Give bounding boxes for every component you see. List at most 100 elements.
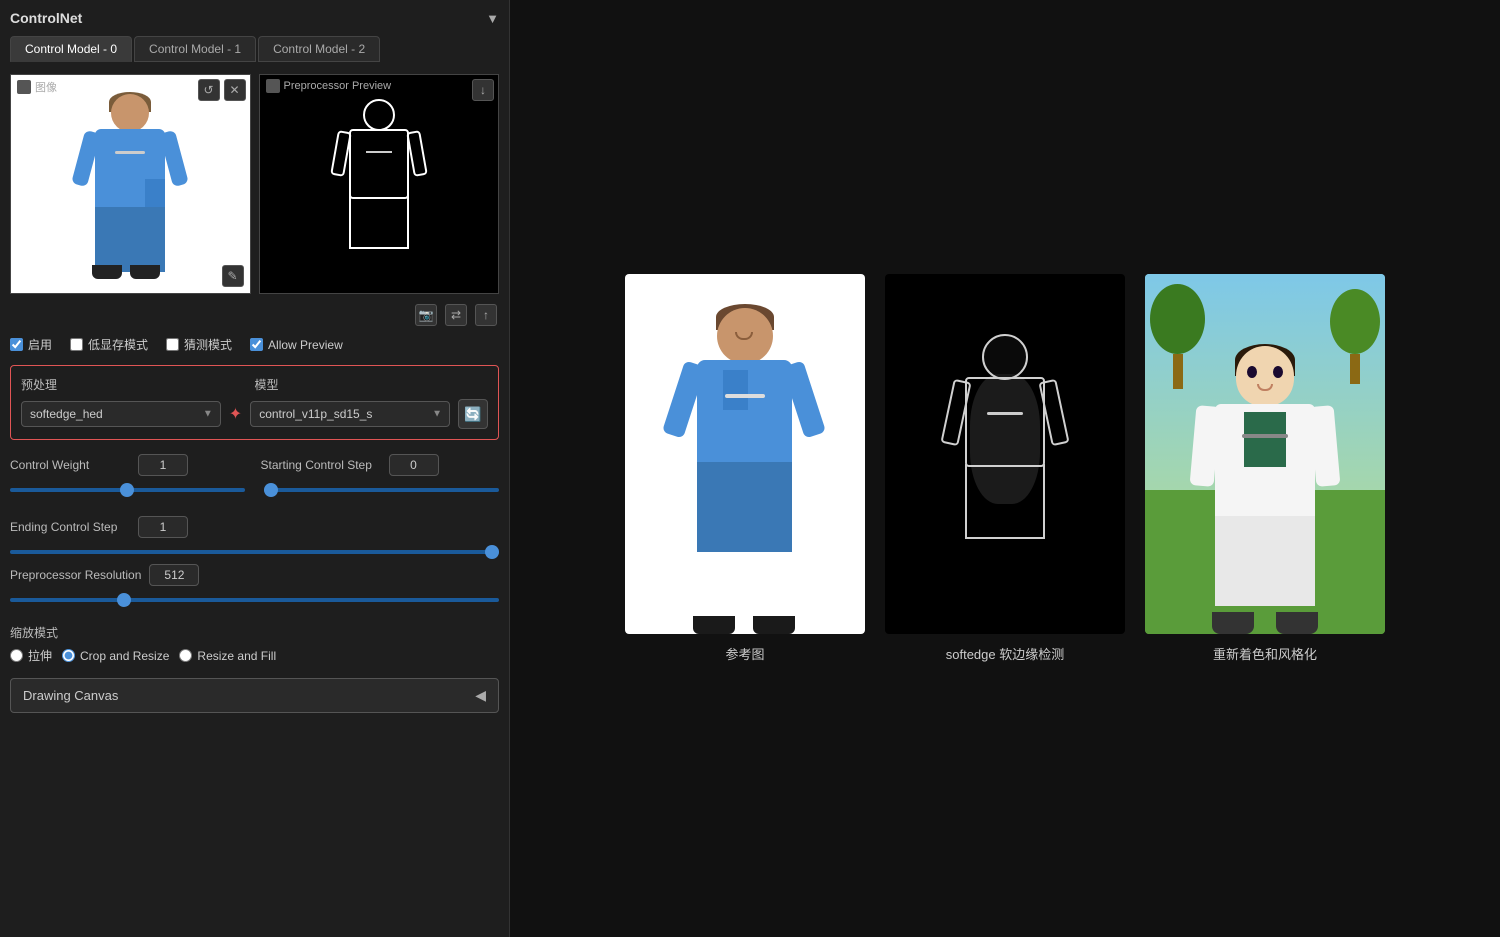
zoom-fill-option[interactable]: Resize and Fill (179, 649, 276, 663)
tab-control-model-1[interactable]: Control Model - 1 (134, 36, 256, 62)
ending-step-header: Ending Control Step 1 (10, 516, 499, 538)
zoom-stretch-radio[interactable] (10, 649, 23, 662)
result-item-styled: 重新着色和风格化 (1145, 274, 1385, 663)
draw-icon[interactable]: ✎ (222, 265, 244, 287)
right-images: 参考图 (625, 274, 1385, 663)
low-memory-label: 低显存模式 (88, 336, 148, 353)
guess-mode-checkbox[interactable]: 猜测模式 (166, 336, 232, 353)
ref-nurse-container (625, 274, 865, 634)
anime-steth (1242, 434, 1288, 438)
zoom-section: 缩放模式 拉伸 Crop and Resize Resize and Fill (10, 624, 499, 664)
tab-control-model-0[interactable]: Control Model - 0 (10, 36, 132, 62)
action-row: 📷 ⇄ ↑ (10, 304, 499, 326)
allow-preview-checkbox[interactable]: Allow Preview (250, 338, 343, 352)
result-item-ref: 参考图 (625, 274, 865, 663)
sketch-pants (349, 194, 409, 249)
enable-checkbox[interactable]: 启用 (10, 336, 52, 353)
guess-mode-label: 猜测模式 (184, 336, 232, 353)
low-memory-checkbox[interactable]: 低显存模式 (70, 336, 148, 353)
preview-image-content (260, 75, 499, 293)
zoom-fill-radio[interactable] (179, 649, 192, 662)
result-caption-softedge: softedge 软边缘检测 (946, 644, 1065, 663)
starting-step-slider[interactable] (264, 488, 499, 492)
preview-image-controls: ↓ (472, 79, 494, 101)
starting-step-value: 0 (389, 454, 439, 476)
swap-btn[interactable]: ⇄ (445, 304, 467, 326)
model-select[interactable]: control_v11p_sd15_s control_v11p_sd15_ca… (250, 401, 450, 427)
zoom-stretch-label: 拉伸 (28, 647, 52, 664)
result-image-softedge (885, 274, 1125, 634)
anime-shoe-l (1212, 612, 1254, 634)
reset-image-btn[interactable]: ↺ (198, 79, 220, 101)
close-image-btn[interactable]: ✕ (224, 79, 246, 101)
control-weight-header: Control Weight 1 (10, 454, 249, 476)
allow-preview-input[interactable] (250, 338, 263, 351)
upload-btn[interactable]: ↑ (475, 304, 497, 326)
anime-shirt (1244, 412, 1286, 467)
collapse-icon[interactable]: ▼ (486, 11, 499, 26)
sketch-body (349, 129, 409, 199)
anime-head (1236, 346, 1294, 406)
guess-mode-input[interactable] (166, 338, 179, 351)
preview-icon (266, 79, 280, 93)
control-weight-col: Control Weight 1 (10, 454, 249, 480)
preprocessor-select-wrapper: softedge_hed canny depth openpose none ▼ (21, 401, 221, 427)
controlnet-title: ControlNet (10, 10, 82, 26)
tab-control-model-2[interactable]: Control Model - 2 (258, 36, 380, 62)
zoom-mode-label: 缩放模式 (10, 624, 499, 641)
image-icon (17, 80, 31, 94)
zoom-crop-radio[interactable] (62, 649, 75, 662)
preview-image-box: Preprocessor Preview ↓ (259, 74, 500, 294)
drawing-canvas-arrow: ◀ (475, 687, 486, 704)
preprocess-res-label: Preprocessor Resolution (10, 568, 141, 582)
image-row: 图像 ↺ ✕ (10, 74, 499, 294)
preprocessor-label: 预处理 (21, 376, 255, 393)
softedge-img-content (885, 274, 1125, 634)
drawing-canvas-row[interactable]: Drawing Canvas ◀ (10, 678, 499, 713)
result-caption-styled: 重新着色和风格化 (1213, 644, 1317, 663)
download-preview-btn[interactable]: ↓ (472, 79, 494, 101)
weight-step-row: Control Weight 1 Starting Control Step 0 (10, 454, 499, 480)
ref-detail (723, 370, 748, 410)
nurse-figure (70, 89, 190, 279)
preprocessor-select[interactable]: softedge_hed canny depth openpose none (21, 401, 221, 427)
result-image-ref (625, 274, 865, 634)
zoom-options: 拉伸 Crop and Resize Resize and Fill (10, 647, 499, 664)
model-row-labels: 预处理 模型 (21, 376, 488, 393)
anime-skirt (1215, 516, 1315, 606)
nurse-shoes-right (130, 265, 160, 279)
ending-step-slider[interactable] (10, 550, 499, 554)
left-panel: ControlNet ▼ Control Model - 0 Control M… (0, 0, 510, 937)
result-image-styled (1145, 274, 1385, 634)
anime-eye-l (1247, 366, 1257, 378)
right-panel: 参考图 (510, 0, 1500, 937)
star-icon[interactable]: ✦ (229, 404, 242, 424)
tabs-container: Control Model - 0 Control Model - 1 Cont… (10, 36, 499, 62)
zoom-crop-option[interactable]: Crop and Resize (62, 649, 169, 663)
model-controls: softedge_hed canny depth openpose none ▼… (21, 399, 488, 429)
enable-input[interactable] (10, 338, 23, 351)
styled-img-content (1145, 274, 1385, 634)
preprocess-res-slider[interactable] (10, 598, 499, 602)
low-memory-input[interactable] (70, 338, 83, 351)
softedge-figure (935, 334, 1075, 634)
softedge-head (982, 334, 1028, 380)
camera-btn[interactable]: 📷 (415, 304, 437, 326)
softedge-pants (965, 464, 1045, 539)
sketch-head (363, 99, 395, 131)
ref-pants (697, 462, 792, 552)
result-caption-ref: 参考图 (725, 644, 764, 663)
model-section: 预处理 模型 softedge_hed canny depth openpose… (10, 365, 499, 440)
ref-shoe-l (693, 616, 735, 634)
softedge-nurse-container (885, 274, 1125, 634)
refresh-model-btn[interactable]: 🔄 (458, 399, 488, 429)
weight-starting-slider-row (10, 488, 499, 504)
preprocess-res-header: Preprocessor Resolution 512 (10, 564, 499, 586)
control-weight-slider[interactable] (10, 488, 245, 492)
anime-doctor (1190, 344, 1340, 634)
zoom-stretch-option[interactable]: 拉伸 (10, 647, 52, 664)
controlnet-header: ControlNet ▼ (10, 10, 499, 26)
enable-label: 启用 (28, 336, 52, 353)
ref-nurse-figure (665, 304, 825, 634)
checkbox-row: 启用 低显存模式 猜测模式 Allow Preview (10, 336, 499, 353)
